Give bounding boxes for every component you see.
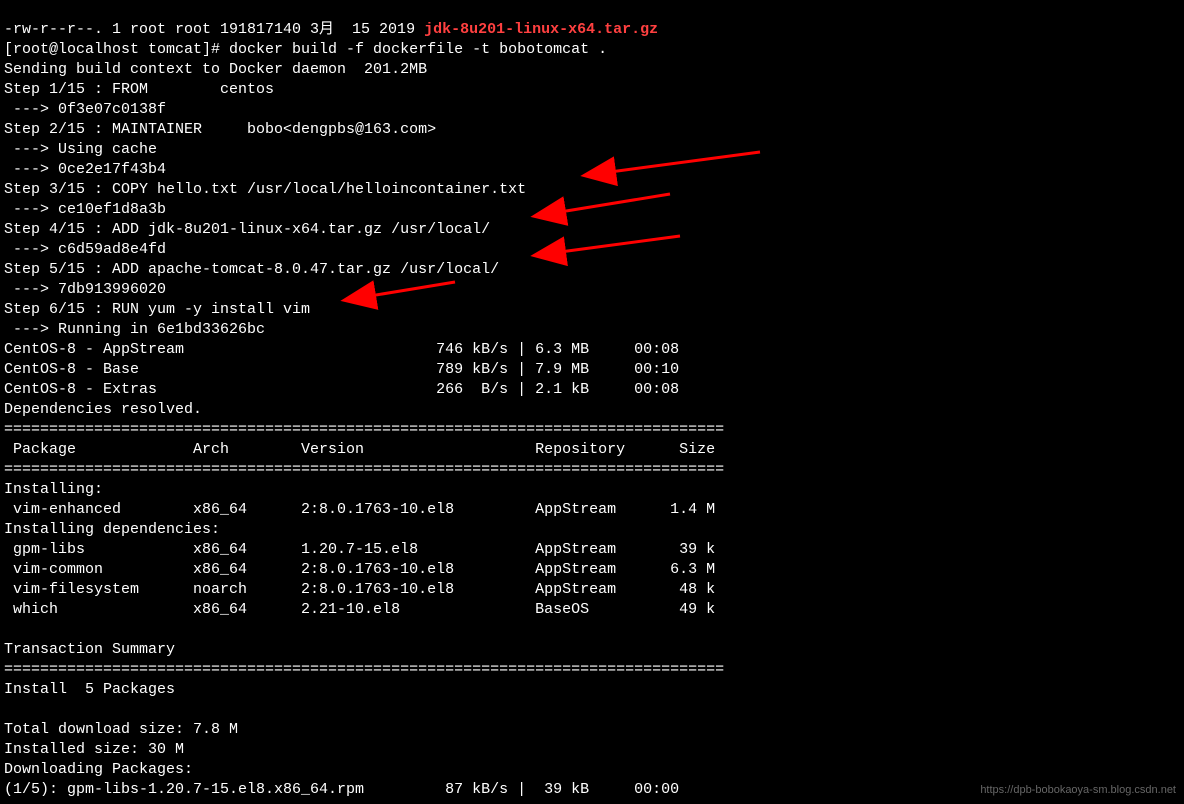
build-line-step6: Step 6/15 : RUN yum -y install vim <box>4 301 310 318</box>
ls-line: -rw-r--r--. 1 root root 191817140 3月 15 … <box>4 21 658 38</box>
deps-header: Installing dependencies: <box>4 521 220 538</box>
build-line: Dependencies resolved. <box>4 401 202 418</box>
table-divider: ========================================… <box>4 461 724 478</box>
build-line: ---> 7db913996020 <box>4 281 166 298</box>
table-divider: ========================================… <box>4 661 724 678</box>
ls-perms: -rw-r--r--. 1 root root 191817140 3月 15 … <box>4 21 424 38</box>
summary-line: Install 5 Packages <box>4 681 175 698</box>
blank-line <box>4 621 13 638</box>
table-row: vim-enhanced x86_64 2:8.0.1763-10.el8 Ap… <box>4 501 715 518</box>
build-line: CentOS-8 - Extras 266 B/s | 2.1 kB 00:08 <box>4 381 715 398</box>
summary-header: Transaction Summary <box>4 641 175 658</box>
footer-line: Installed size: 30 M <box>4 741 184 758</box>
table-divider: ========================================… <box>4 421 724 438</box>
build-line: CentOS-8 - Base 789 kB/s | 7.9 MB 00:10 <box>4 361 715 378</box>
build-line: Sending build context to Docker daemon 2… <box>4 61 427 78</box>
table-row: gpm-libs x86_64 1.20.7-15.el8 AppStream … <box>4 541 715 558</box>
table-header: Package Arch Version Repository Size <box>4 441 715 458</box>
installing-header: Installing: <box>4 481 103 498</box>
build-line: Step 1/15 : FROM centos <box>4 81 274 98</box>
footer-line: (1/5): gpm-libs-1.20.7-15.el8.x86_64.rpm… <box>4 781 715 798</box>
table-row: vim-common x86_64 2:8.0.1763-10.el8 AppS… <box>4 561 715 578</box>
build-line-step4: Step 4/15 : ADD jdk-8u201-linux-x64.tar.… <box>4 221 490 238</box>
footer-line: Total download size: 7.8 M <box>4 721 238 738</box>
terminal-output: -rw-r--r--. 1 root root 191817140 3月 15 … <box>0 0 1184 800</box>
watermark: https://dpb-bobokaoya-sm.blog.csdn.net <box>980 780 1176 800</box>
build-line: ---> Using cache <box>4 141 157 158</box>
footer-line: Downloading Packages: <box>4 761 193 778</box>
build-line: ---> 0ce2e17f43b4 <box>4 161 166 178</box>
build-line: ---> c6d59ad8e4fd <box>4 241 166 258</box>
build-line-step3: Step 3/15 : COPY hello.txt /usr/local/he… <box>4 181 526 198</box>
ls-filename: jdk-8u201-linux-x64.tar.gz <box>424 21 658 38</box>
table-row: vim-filesystem noarch 2:8.0.1763-10.el8 … <box>4 581 715 598</box>
build-line: ---> Running in 6e1bd33626bc <box>4 321 265 338</box>
build-line-step5: Step 5/15 : ADD apache-tomcat-8.0.47.tar… <box>4 261 499 278</box>
build-line: Step 2/15 : MAINTAINER bobo<dengpbs@163.… <box>4 121 436 138</box>
build-line: CentOS-8 - AppStream 746 kB/s | 6.3 MB 0… <box>4 341 715 358</box>
build-line: ---> 0f3e07c0138f <box>4 101 166 118</box>
prompt-line[interactable]: [root@localhost tomcat]# docker build -f… <box>4 41 607 58</box>
build-line: ---> ce10ef1d8a3b <box>4 201 166 218</box>
table-row: which x86_64 2.21-10.el8 BaseOS 49 k <box>4 601 715 618</box>
